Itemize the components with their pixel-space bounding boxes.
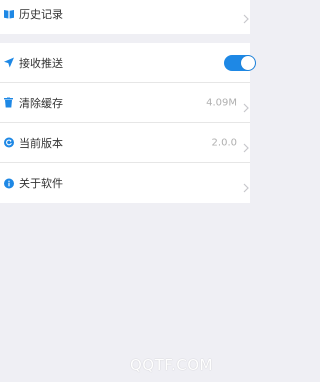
book-icon xyxy=(3,9,14,20)
cache-size-value: 4.09M xyxy=(206,97,237,108)
push-label: 接收推送 xyxy=(19,56,63,70)
about-row[interactable]: 关于软件 xyxy=(0,163,250,203)
refresh-icon xyxy=(3,137,14,148)
version-value: 2.0.0 xyxy=(211,137,237,148)
send-icon xyxy=(3,57,14,68)
trash-icon xyxy=(3,97,14,108)
chevron-right-icon xyxy=(243,138,249,152)
watermark-text: QQTF.COM xyxy=(130,356,213,374)
clear-cache-label: 清除缓存 xyxy=(19,96,63,110)
chevron-right-icon xyxy=(243,98,249,112)
info-icon xyxy=(3,178,14,189)
chevron-right-icon xyxy=(243,9,249,24)
history-label: 历史记录 xyxy=(19,8,63,21)
about-label: 关于软件 xyxy=(19,177,63,190)
clear-cache-row[interactable]: 清除缓存 4.09M xyxy=(0,83,250,123)
settings-group: 接收推送 清除缓存 4.09M 当前版本 2.0.0 关于软件 xyxy=(0,43,256,203)
version-row[interactable]: 当前版本 2.0.0 xyxy=(0,123,250,163)
version-label: 当前版本 xyxy=(19,136,63,150)
history-group: 历史记录 xyxy=(0,0,250,34)
push-row: 接收推送 xyxy=(0,43,256,83)
toggle-knob xyxy=(241,55,255,70)
chevron-right-icon xyxy=(243,178,249,193)
history-row[interactable]: 历史记录 xyxy=(0,0,250,34)
push-toggle[interactable] xyxy=(224,54,256,71)
